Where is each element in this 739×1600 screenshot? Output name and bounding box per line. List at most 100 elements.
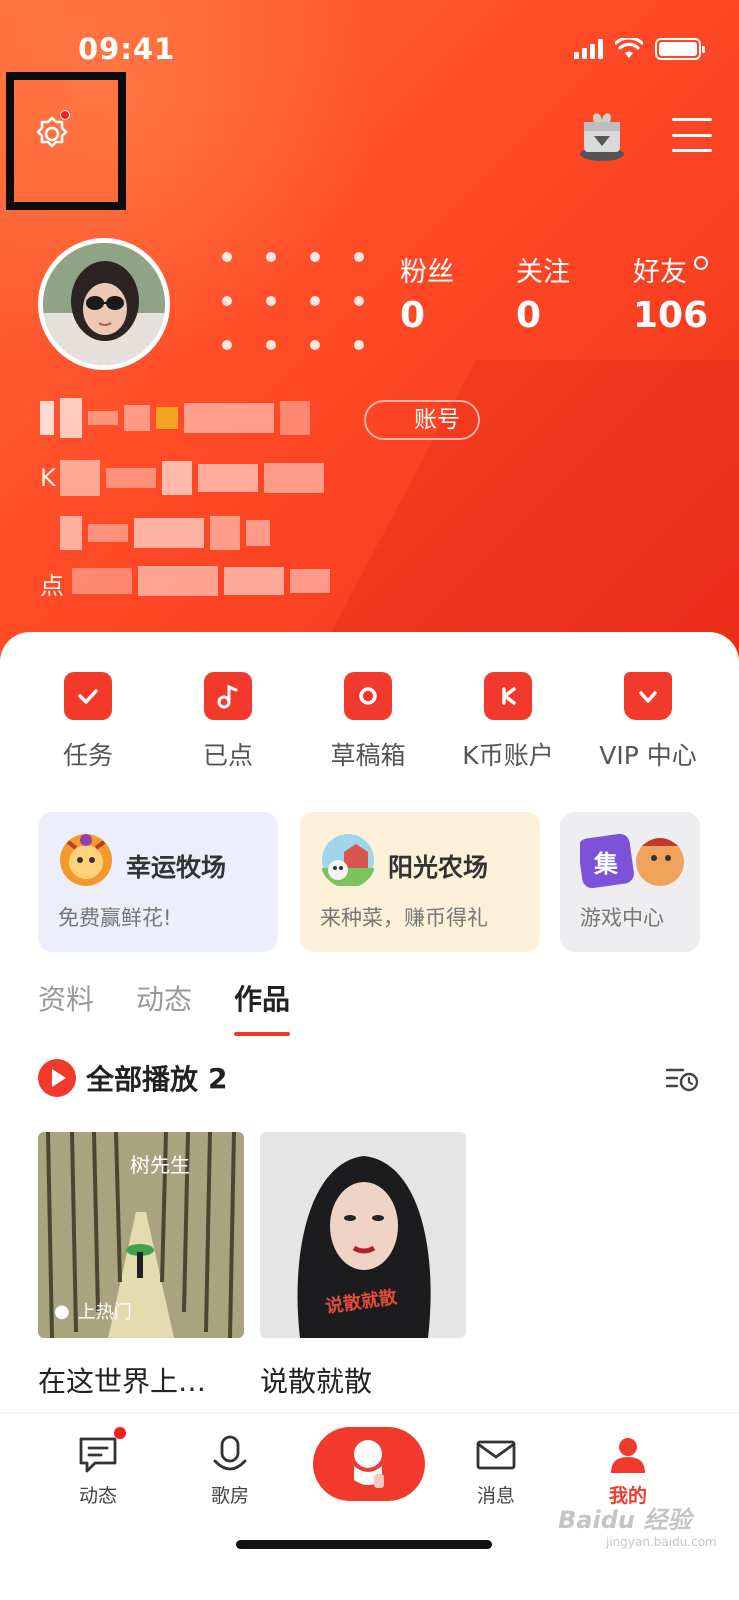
redacted-info-prefix-3: 点 [40,572,64,600]
person-icon [611,1438,645,1473]
cover-title-1: 树先生 [130,1154,190,1177]
game-cards: 幸运牧场 免费赢鲜花! 阳光农场 来种菜，赚币得礼 集 游戏中心 [38,812,739,952]
tab-profile-info[interactable]: 资料 [38,978,94,1036]
envelope-icon [476,1440,516,1470]
redacted-info-line-3 [72,566,330,596]
game-card-title: 幸运牧场 [126,853,227,882]
baidu-watermark: Baidu 经验 jingyan.baidu.com [558,1500,717,1549]
quick-action-vip-center[interactable]: VIP 中心 [578,672,718,772]
work-cover: 说散就散 [260,1132,466,1338]
game-card-subtitle: 免费赢鲜花! [58,906,172,930]
game-center-icon: 集 [580,833,684,889]
tabbar-item-song-room[interactable]: 歌房 [180,1435,280,1508]
profile-header: 09:41 粉丝 0 关注 0 好友 106 账号 K 点 [0,0,739,680]
redacted-username [40,398,310,438]
settings-button[interactable] [28,110,76,158]
crown-icon [624,672,672,720]
game-card-game-center[interactable]: 集 游戏中心 [560,812,700,952]
quick-action-drafts[interactable]: 草稿箱 [298,672,438,772]
farm-house-icon [322,834,374,886]
tabbar-label: 动态 [78,1485,117,1507]
quick-actions: 任务 已点 草稿箱 K币账户 VIP 中心 [0,672,739,772]
menu-button[interactable] [672,118,712,152]
gift-box-icon [580,113,624,161]
game-card-subtitle: 来种菜，赚币得礼 [320,906,488,930]
singer-portrait-image: 说散就散 [260,1132,466,1338]
battery-icon [655,38,705,60]
tabbar-item-messages[interactable]: 消息 [446,1435,546,1508]
watermark-text: Baidu 经验 [558,1506,692,1534]
feed-notification-dot [114,1427,126,1439]
message-icon [79,1437,117,1473]
status-time: 09:41 [78,32,176,66]
redacted-info-prefix-1: K [40,464,56,492]
hot-tag: ● 上热门 [54,1298,132,1324]
quick-action-label: VIP 中心 [599,741,697,770]
tab-feed[interactable]: 动态 [136,978,192,1036]
game-card-sunshine-farm[interactable]: 阳光农场 来种菜，赚币得礼 [300,812,540,952]
play-all-count: 2 [208,1061,228,1095]
tabbar-label: 消息 [476,1485,515,1507]
work-item[interactable]: 说散就散 说散就散 [260,1132,466,1400]
tab-works[interactable]: 作品 [234,978,291,1036]
play-circle-icon [38,1059,76,1097]
gift-box-button[interactable] [572,104,632,164]
quick-action-requested[interactable]: 已点 [158,672,298,772]
stat-fans-value: 0 [400,295,426,336]
content-tabs: 资料 动态 作品 [38,978,291,1036]
playlist-history-icon[interactable] [665,1064,699,1094]
avatar[interactable] [38,238,170,370]
stat-fans[interactable]: 粉丝 0 [400,258,454,336]
fire-icon: ● [54,1300,70,1322]
singing-person-icon [354,1440,384,1488]
tiger-mascot-icon [60,834,112,886]
microphone-icon [213,1435,247,1471]
stat-following[interactable]: 关注 0 [516,258,570,336]
game-card-subtitle: 游戏中心 [580,906,664,930]
friends-notification-dot [694,256,708,270]
k-coin-wallet-icon [484,672,532,720]
calendar-check-icon [64,672,112,720]
quick-action-label: K币账户 [462,741,554,770]
quick-action-label: 草稿箱 [330,741,406,770]
decorative-dot-grid [222,252,364,350]
home-indicator[interactable] [236,1540,492,1549]
tabbar-item-feed[interactable]: 动态 [48,1435,148,1508]
music-note-icon [204,672,252,720]
tabbar-item-me[interactable]: 我的 [578,1435,678,1508]
quick-action-label: 已点 [202,741,253,770]
play-all-button[interactable]: 全部播放 2 [38,1058,228,1098]
works-grid: 树先生 ● 上热门 在这世界上… 说散就散 说散就散 [38,1132,466,1400]
tabbar-label: 歌房 [210,1485,249,1507]
status-bar: 09:41 [0,30,739,70]
stat-following-value: 0 [516,295,542,336]
redacted-info-line-1 [60,460,324,496]
cellular-signal-icon [574,39,603,59]
quick-action-k-coin-account[interactable]: K币账户 [438,672,578,772]
record-icon [344,672,392,720]
profile-content-card: 任务 已点 草稿箱 K币账户 VIP 中心 幸运牧场 免费赢鲜花! 阳光农场 来… [0,632,739,1452]
game-card-title: 阳光农场 [388,853,489,882]
account-badge[interactable]: 账号 [364,400,480,440]
work-title: 说散就散 [260,1365,373,1398]
status-icons [574,38,705,60]
avatar-portrait [43,243,165,365]
sing-button[interactable] [313,1427,425,1501]
svg-text:集: 集 [593,850,619,878]
stat-friends-value: 106 [633,295,709,336]
game-card-lucky-ranch[interactable]: 幸运牧场 免费赢鲜花! [38,812,278,952]
quick-action-label: 任务 [62,741,113,770]
quick-action-tasks[interactable]: 任务 [18,672,158,772]
play-all-label: 全部播放 [86,1063,199,1096]
redacted-info-line-2 [60,516,270,550]
settings-notification-dot [60,110,70,120]
stat-friends[interactable]: 好友 106 [633,258,708,336]
work-cover: 树先生 ● 上热门 [38,1132,244,1338]
work-title: 在这世界上… [38,1365,207,1398]
account-badge-label: 账号 [414,407,460,433]
stat-following-label: 关注 [516,257,570,288]
hot-tag-label: 上热门 [77,1302,132,1323]
wifi-icon [615,38,643,58]
stat-fans-label: 粉丝 [400,257,454,288]
work-item[interactable]: 树先生 ● 上热门 在这世界上… [38,1132,244,1400]
